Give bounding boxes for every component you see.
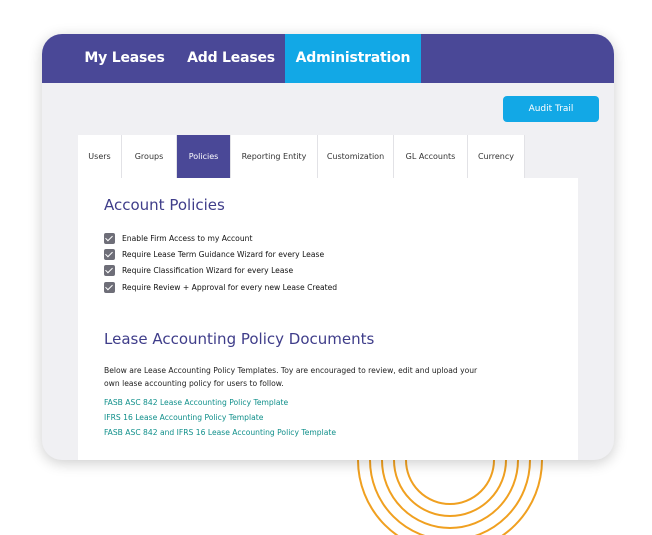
policy-label: Require Lease Term Guidance Wizard for e… bbox=[122, 250, 325, 259]
policy-label: Require Review + Approval for every new … bbox=[122, 283, 338, 292]
checkbox-checked-icon[interactable] bbox=[104, 265, 115, 276]
top-navigation: My Leases Add Leases Administration bbox=[42, 34, 614, 83]
policy-documents-description: Below are Lease Accounting Policy Templa… bbox=[104, 366, 478, 388]
doc-link-ifrs-16[interactable]: IFRS 16 Lease Accounting Policy Template bbox=[104, 413, 263, 422]
tab-add-leases[interactable]: Add Leases bbox=[177, 34, 285, 83]
checkbox-checked-icon[interactable] bbox=[104, 233, 115, 244]
doc-link-fasb-asc-842[interactable]: FASB ASC 842 Lease Accounting Policy Tem… bbox=[104, 398, 288, 407]
subtab-policies[interactable]: Policies bbox=[177, 135, 231, 178]
subtab-reporting-entity[interactable]: Reporting Entity bbox=[231, 135, 318, 178]
tab-my-leases[interactable]: My Leases bbox=[72, 34, 177, 83]
subtab-users[interactable]: Users bbox=[78, 135, 122, 178]
checkbox-checked-icon[interactable] bbox=[104, 282, 115, 293]
audit-trail-button[interactable]: Audit Trail bbox=[503, 96, 599, 122]
tab-administration[interactable]: Administration bbox=[285, 34, 421, 83]
subtab-groups[interactable]: Groups bbox=[122, 135, 177, 178]
account-policies-title: Account Policies bbox=[104, 196, 225, 214]
subtab-gl-accounts[interactable]: GL Accounts bbox=[394, 135, 468, 178]
app-window: My Leases Add Leases Administration Audi… bbox=[42, 34, 614, 460]
policy-documents-title: Lease Accounting Policy Documents bbox=[104, 330, 375, 348]
checkbox-checked-icon[interactable] bbox=[104, 249, 115, 260]
subtab-customization[interactable]: Customization bbox=[318, 135, 394, 178]
policies-panel: Account Policies Enable Firm Access to m… bbox=[78, 178, 578, 460]
doc-link-fasb-ifrs-combined[interactable]: FASB ASC 842 and IFRS 16 Lease Accountin… bbox=[104, 428, 336, 437]
subtab-currency[interactable]: Currency bbox=[468, 135, 525, 178]
policy-label: Require Classification Wizard for every … bbox=[122, 266, 294, 275]
policy-label: Enable Firm Access to my Account bbox=[122, 234, 253, 243]
